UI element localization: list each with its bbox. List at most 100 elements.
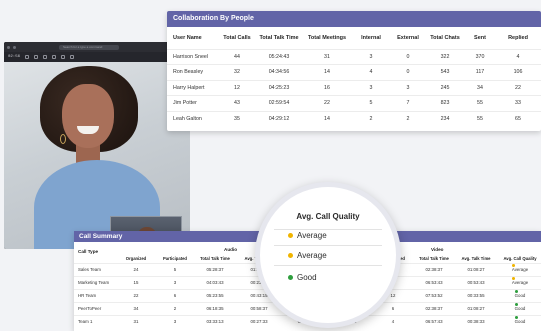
table-cell: 65: [495, 110, 541, 127]
table-cell: 823: [425, 95, 465, 111]
table-cell: 00:38:33: [467, 319, 485, 324]
table-cell: 0: [391, 64, 425, 80]
call-timer: 02:56: [8, 55, 21, 59]
table-row[interactable]: Leah Galton 35 04:29:12 14 2 2 234 55 65: [167, 110, 541, 127]
table-cell: 04:25:23: [255, 79, 303, 96]
table-cell: 22: [303, 95, 351, 111]
call-type-header: Call Type: [78, 249, 99, 254]
user-name-cell: Harrison Sneel: [167, 48, 219, 65]
table-cell: 106: [495, 64, 541, 80]
status-dot: [288, 233, 293, 239]
table-cell: 07:53:52: [425, 293, 443, 298]
column-header[interactable]: Avg. Call Quality: [498, 256, 541, 261]
table-row[interactable]: Ron Beasley 32 04:34:56 14 4 0 543 117 106: [167, 64, 541, 80]
microphone-icon[interactable]: [61, 55, 66, 59]
marketing-canvas: { "call_window": { "search_placeholder":…: [0, 0, 541, 331]
column-header[interactable]: Replied: [495, 27, 541, 49]
table-cell: 15: [133, 280, 139, 285]
table-cell: 05:23:55: [206, 293, 224, 298]
table-cell: 43: [219, 95, 255, 111]
table-cell: 55: [465, 95, 495, 111]
avg-call-quality-badge: Avg. Call Quality Average Average Good: [255, 182, 401, 328]
table-row[interactable]: Jim Potter 43 02:59:54 22 5 7 823 55 33: [167, 95, 541, 111]
divider: [274, 245, 382, 246]
table-cell: 44: [219, 48, 255, 65]
table-cell: 245: [425, 79, 465, 96]
quality-item-label: Average: [297, 231, 327, 240]
table-cell: 12: [219, 79, 255, 96]
quality-label: Good: [514, 293, 526, 298]
table-row[interactable]: Harrison Sneel 44 05:24:43 31 3 0 322 370 4: [167, 48, 541, 65]
table-row[interactable]: Harry Halpert 12 04:25:23 16 3 3 245 34 22: [167, 79, 541, 96]
chat-icon[interactable]: [34, 55, 39, 59]
table-cell: 2: [351, 110, 391, 127]
user-name-cell: Jim Potter: [167, 95, 219, 111]
quality-item-label: Good: [297, 273, 317, 282]
table-cell: 00:27:33: [250, 319, 268, 324]
column-header[interactable]: Organized: [114, 256, 158, 261]
table-cell: 5: [351, 95, 391, 111]
more-options-icon[interactable]: [43, 55, 48, 59]
quality-cell: Good: [498, 303, 541, 315]
back-arrow-icon[interactable]: [7, 45, 10, 49]
status-dot: [514, 303, 518, 306]
share-screen-icon[interactable]: [70, 55, 75, 59]
quality-item: Average: [288, 251, 327, 260]
column-header[interactable]: Total Talk Time: [193, 256, 237, 261]
video-group-header: Video: [431, 247, 444, 252]
column-header[interactable]: User Name: [167, 27, 219, 49]
table-cell: 14: [303, 110, 351, 127]
table-cell: 00:33:55: [467, 293, 485, 298]
table-cell: 16: [303, 79, 351, 96]
table-cell: 34: [465, 79, 495, 96]
forward-arrow-icon[interactable]: [13, 45, 16, 49]
quality-label: Good: [514, 306, 526, 311]
table-cell: 3: [351, 48, 391, 65]
column-header[interactable]: Total Calls: [219, 27, 255, 49]
quality-cell: Good: [498, 290, 541, 302]
column-header[interactable]: Avg. Talk Time: [454, 256, 498, 261]
table-cell: 04:34:56: [255, 64, 303, 80]
quality-cell: Average: [498, 277, 541, 289]
table-cell: 4: [351, 64, 391, 80]
column-header[interactable]: Total Talk Time: [412, 256, 456, 261]
column-header[interactable]: Participated: [153, 256, 197, 261]
column-header[interactable]: Total Meetings: [303, 27, 351, 49]
people-icon[interactable]: [25, 55, 30, 59]
quality-item: Good: [288, 273, 317, 282]
table-cell: 02:38:37: [425, 306, 443, 311]
table-header-row: User Name Total Calls Total Talk Time Total…: [167, 27, 541, 49]
table-cell: 7: [391, 95, 425, 111]
camera-icon[interactable]: [52, 55, 57, 59]
table-cell: 04:29:12: [255, 110, 303, 127]
table-cell: 06:18:35: [206, 306, 224, 311]
status-dot: [514, 316, 518, 319]
table-cell: 2: [173, 306, 177, 311]
call-type-cell: Marketing Team: [78, 280, 110, 285]
table-cell: 06:53:43: [425, 280, 443, 285]
table-cell: 22: [495, 79, 541, 96]
quality-label: Good: [514, 319, 526, 324]
table-cell: 22: [133, 293, 139, 298]
table-cell: 0: [391, 48, 425, 65]
call-title-bar: Search for a type a command: [4, 42, 190, 52]
table-cell: 543: [425, 64, 465, 80]
column-header[interactable]: Sent: [465, 27, 495, 49]
column-header[interactable]: Total Chats: [425, 27, 465, 49]
table-cell: 03:33:13: [206, 319, 224, 324]
table-cell: 24: [133, 267, 139, 272]
column-header[interactable]: Internal: [351, 27, 391, 49]
user-name-cell: Ron Beasley: [167, 64, 219, 80]
call-type-cell: Team 1: [78, 319, 93, 324]
column-header[interactable]: Total Talk Time: [255, 27, 303, 49]
column-header[interactable]: External: [391, 27, 425, 49]
table-cell: 3: [173, 280, 177, 285]
table-cell: 14: [303, 64, 351, 80]
table-cell: 5: [173, 267, 177, 272]
table-cell: 2: [391, 110, 425, 127]
table-cell: 31: [303, 48, 351, 65]
search-input[interactable]: Search for a type a command: [59, 44, 119, 50]
table-cell: 6: [173, 293, 177, 298]
call-toolbar: 02:56: [4, 52, 190, 62]
call-type-cell: Sales Team: [78, 267, 101, 272]
